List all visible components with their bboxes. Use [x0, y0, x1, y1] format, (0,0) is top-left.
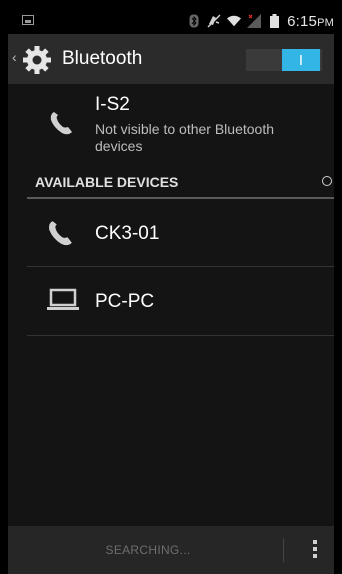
device-item[interactable]: PC-PC — [8, 267, 334, 335]
action-bar: ‹ Bluetooth I — [8, 34, 334, 84]
status-bar: 6:15PM — [8, 8, 334, 34]
page-title: Bluetooth — [62, 48, 143, 69]
signal-icon — [247, 14, 262, 28]
self-device[interactable]: I-S2 Not visible to other Bluetooth devi… — [8, 84, 334, 164]
wifi-icon — [227, 14, 242, 28]
clock: 6:15PM — [287, 12, 334, 30]
list-divider — [27, 335, 334, 336]
notification-icon — [22, 15, 34, 25]
toggle-knob[interactable]: I — [282, 49, 320, 71]
battery-icon — [267, 14, 281, 28]
vibrate-off-icon — [207, 14, 221, 28]
up-caret-icon[interactable]: ‹ — [12, 50, 18, 64]
available-devices-header: AVAILABLE DEVICES — [27, 168, 334, 198]
overflow-menu-icon[interactable] — [312, 540, 318, 562]
device-name: CK3-01 — [95, 223, 160, 244]
screen: 6:15PM ‹ Bluetooth I I-S2 Not visible to… — [8, 8, 334, 574]
phone-icon — [46, 219, 76, 247]
phone-icon — [48, 110, 74, 136]
bottom-action-bar: SEARCHING... — [8, 526, 334, 574]
bottom-separator — [283, 538, 284, 562]
bluetooth-toggle[interactable]: I — [246, 49, 322, 71]
progress-spinner-icon — [322, 176, 332, 186]
laptop-icon — [46, 287, 79, 315]
section-title: AVAILABLE DEVICES — [35, 174, 179, 190]
device-visibility: Not visible to other Bluetooth devices — [95, 121, 274, 154]
settings-gear-icon[interactable] — [22, 45, 52, 75]
search-status-button[interactable]: SEARCHING... — [8, 543, 288, 557]
status-icons: 6:15PM — [187, 8, 334, 34]
device-name: I-S2 — [95, 94, 130, 115]
device-name: PC-PC — [95, 291, 155, 312]
device-item[interactable]: CK3-01 — [8, 199, 334, 267]
bluetooth-icon — [187, 14, 201, 28]
